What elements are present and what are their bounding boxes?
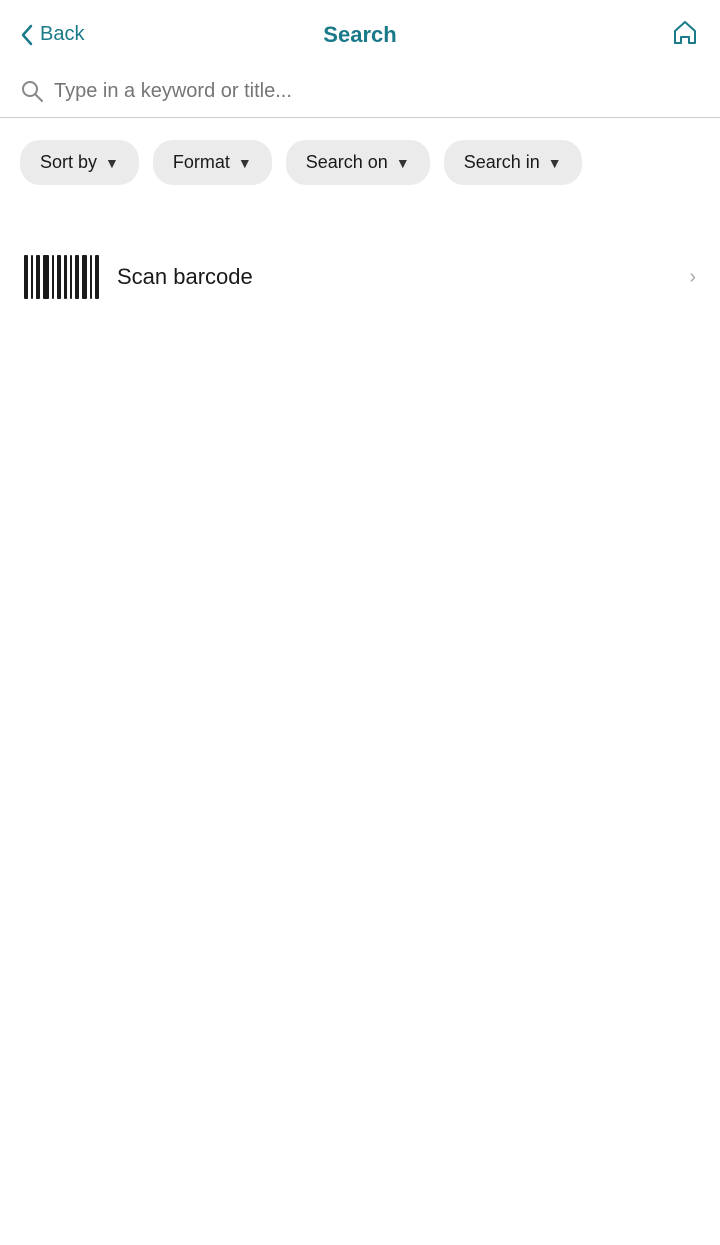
sort-by-caret-icon: ▼ bbox=[105, 155, 119, 171]
search-icon bbox=[20, 79, 44, 103]
page-title: Search bbox=[323, 22, 396, 48]
search-bar bbox=[0, 65, 720, 118]
search-in-button[interactable]: Search in ▼ bbox=[444, 140, 582, 185]
back-label: Back bbox=[40, 23, 84, 46]
search-input[interactable] bbox=[54, 80, 700, 103]
search-on-button[interactable]: Search on ▼ bbox=[286, 140, 430, 185]
home-icon bbox=[670, 18, 700, 48]
scan-barcode-row[interactable]: Scan barcode › bbox=[0, 225, 720, 329]
search-in-label: Search in bbox=[464, 152, 540, 173]
search-in-caret-icon: ▼ bbox=[548, 155, 562, 171]
barcode-icon bbox=[24, 253, 99, 301]
search-on-label: Search on bbox=[306, 152, 388, 173]
filters-container: Sort by ▼ Format ▼ Search on ▼ Search in… bbox=[0, 118, 720, 195]
scan-barcode-label: Scan barcode bbox=[117, 264, 671, 290]
search-on-caret-icon: ▼ bbox=[396, 155, 410, 171]
back-button[interactable]: Back bbox=[20, 23, 84, 46]
chevron-left-icon bbox=[20, 24, 34, 46]
format-button[interactable]: Format ▼ bbox=[153, 140, 272, 185]
chevron-right-icon: › bbox=[689, 266, 696, 289]
sort-by-label: Sort by bbox=[40, 152, 97, 173]
format-label: Format bbox=[173, 152, 230, 173]
home-button[interactable] bbox=[670, 18, 700, 51]
format-caret-icon: ▼ bbox=[238, 155, 252, 171]
header: Back Search bbox=[0, 0, 720, 65]
sort-by-button[interactable]: Sort by ▼ bbox=[20, 140, 139, 185]
